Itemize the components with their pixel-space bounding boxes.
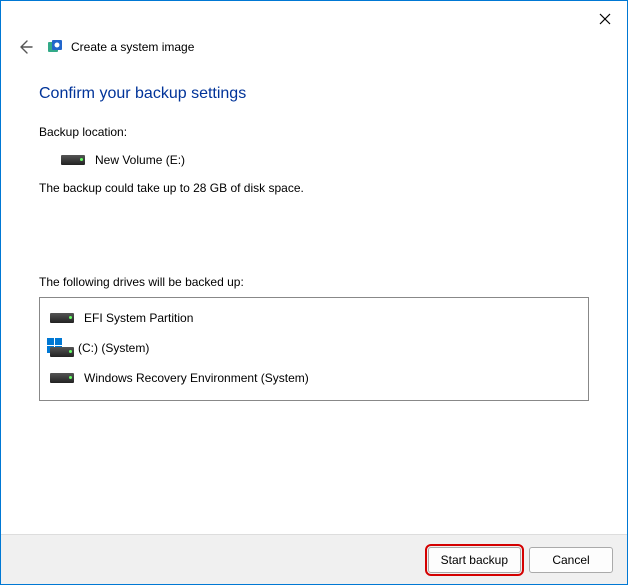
start-backup-button[interactable]: Start backup <box>428 547 521 573</box>
drive-row: (C:) (System) <box>40 332 588 364</box>
page-heading: Confirm your backup settings <box>39 85 589 103</box>
drive-icon <box>61 155 85 165</box>
drive-icon <box>50 373 74 383</box>
drive-row: EFI System Partition <box>40 304 588 332</box>
back-button[interactable] <box>15 37 35 57</box>
size-note: The backup could take up to 28 GB of dis… <box>39 181 589 195</box>
close-button[interactable] <box>595 9 615 29</box>
footer: Start backup Cancel <box>1 534 627 584</box>
cancel-button[interactable]: Cancel <box>529 547 613 573</box>
windows-drive-icon <box>50 339 68 357</box>
system-image-icon <box>47 39 63 55</box>
app-title-group: Create a system image <box>47 39 194 55</box>
back-arrow-icon <box>17 39 33 55</box>
close-icon <box>599 13 611 25</box>
drive-name: EFI System Partition <box>84 311 193 325</box>
drives-list: EFI System Partition (C:) (System) Windo… <box>39 297 589 401</box>
drive-row: Windows Recovery Environment (System) <box>40 364 588 392</box>
backup-location-value: New Volume (E:) <box>95 153 185 167</box>
backup-location-label: Backup location: <box>39 125 589 139</box>
drive-name: (C:) (System) <box>78 341 149 355</box>
backup-location-row: New Volume (E:) <box>61 153 589 167</box>
drive-icon <box>50 313 74 323</box>
drives-section-label: The following drives will be backed up: <box>39 275 589 289</box>
drive-name: Windows Recovery Environment (System) <box>84 371 309 385</box>
window-title: Create a system image <box>71 40 194 54</box>
